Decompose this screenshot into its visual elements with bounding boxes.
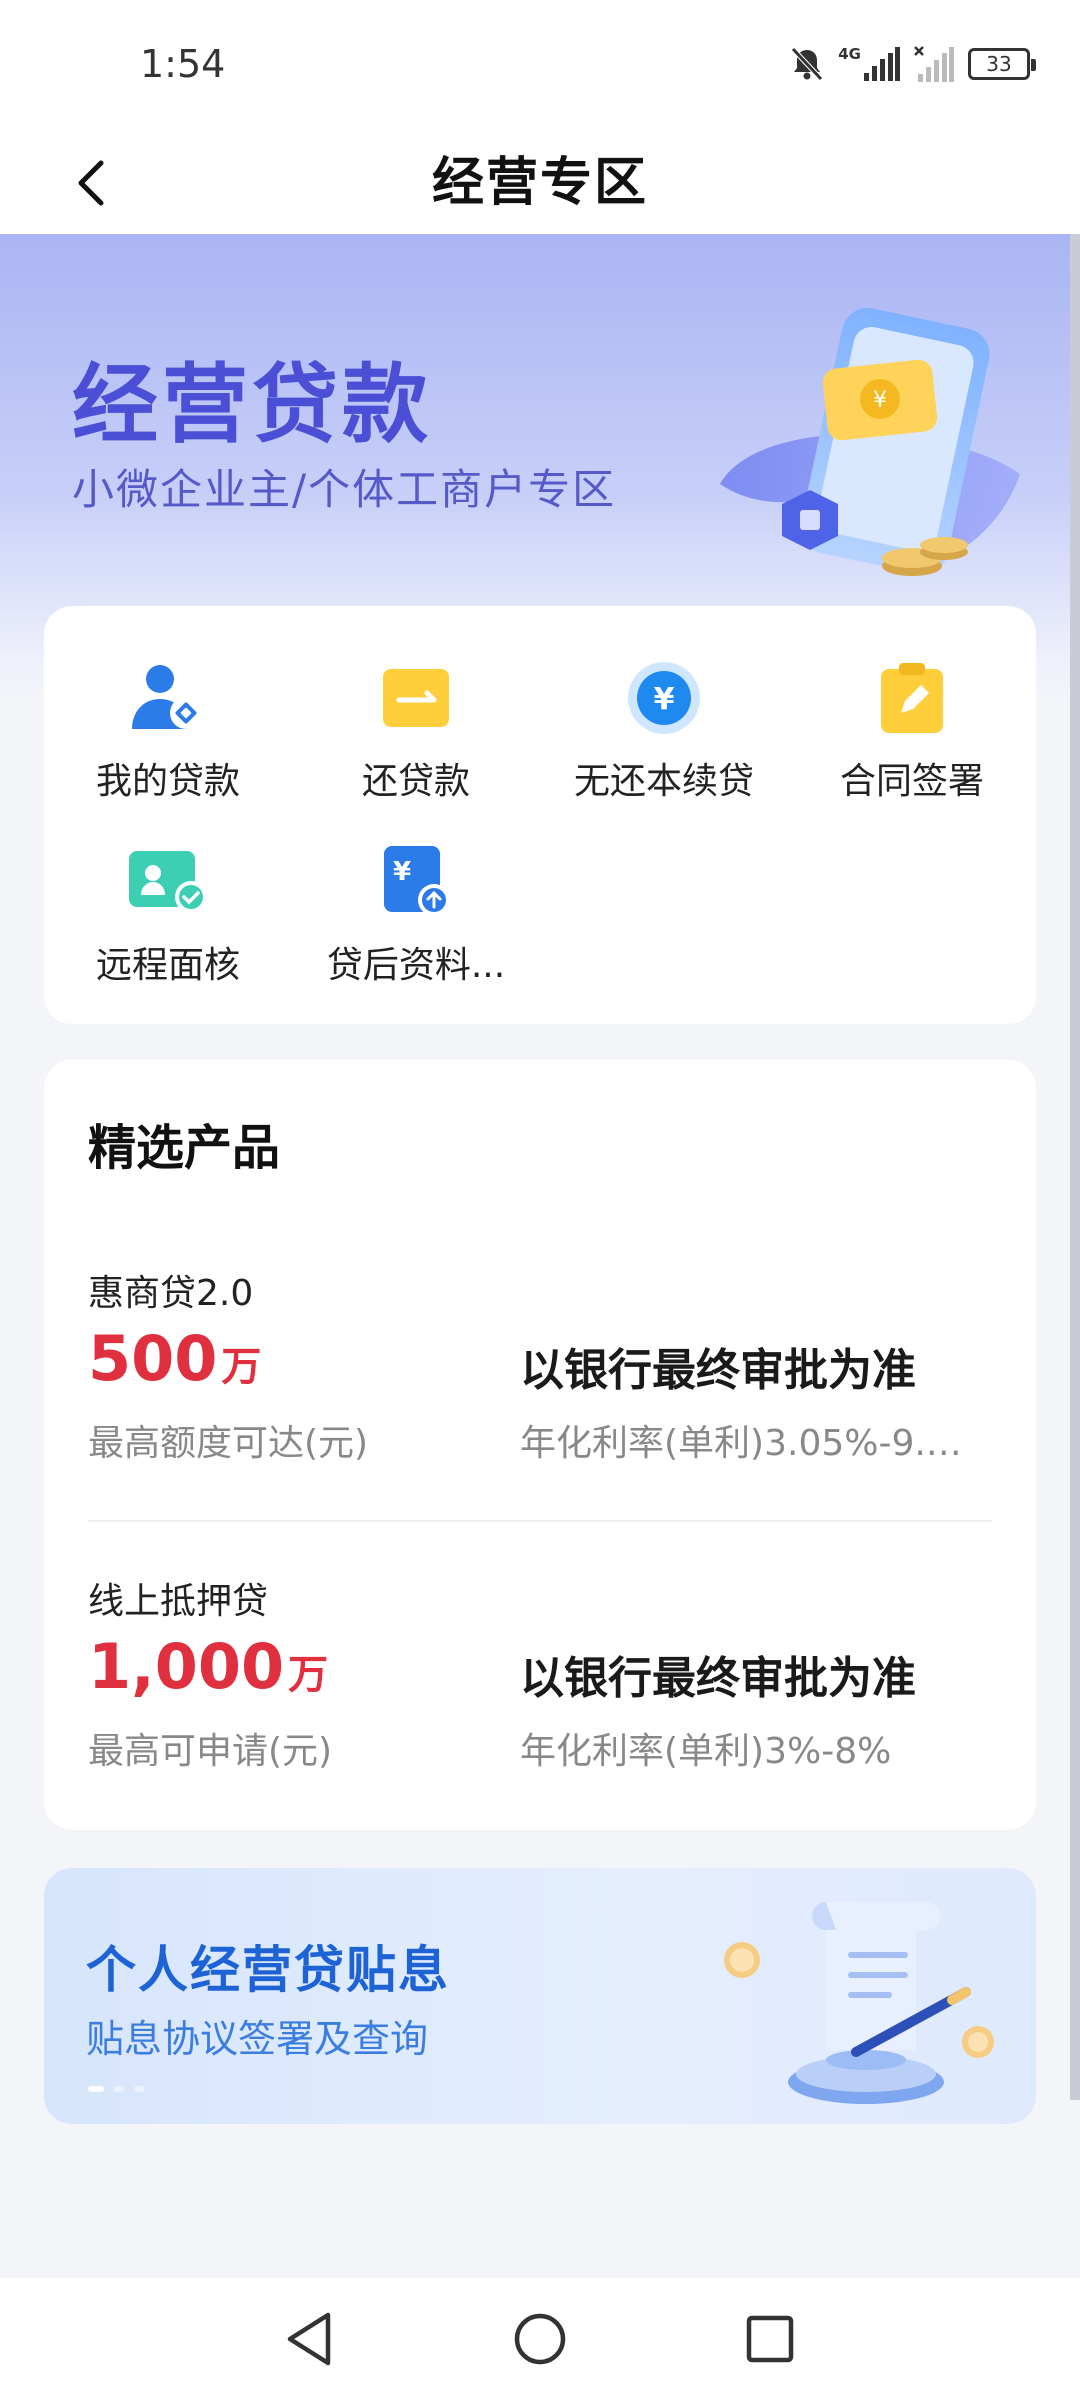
banner-subtitle: 贴息协议签署及查询 xyxy=(86,2017,429,2061)
action-repay[interactable]: 还贷款 xyxy=(292,658,540,818)
amount-label: 最高可申请(元) xyxy=(88,1731,333,1772)
approval-note: 以银行最终审批为准 xyxy=(520,1345,916,1396)
action-label: 远程面核 xyxy=(95,945,240,986)
interest-rate: 年化利率(单利)3%-8% xyxy=(520,1731,892,1772)
product-name: 线上抵押贷 xyxy=(88,1581,269,1622)
system-recents-button[interactable] xyxy=(735,2304,805,2374)
action-label: 无还本续贷 xyxy=(573,761,754,802)
action-label: 还贷款 xyxy=(361,761,470,802)
subsidy-banner[interactable]: 个人经营贷贴息 贴息协议签署及查询 xyxy=(44,1868,1036,2124)
carousel-dot xyxy=(134,2086,144,2092)
page-title: 经营专区 xyxy=(431,153,648,213)
phone-loan-illustration: ¥ xyxy=(720,307,1020,576)
signal-4g-icon: 4G xyxy=(838,47,900,81)
product-amount: 500 万 xyxy=(88,1322,261,1395)
action-renew-loan[interactable]: ¥ 无还本续贷 xyxy=(540,658,788,818)
contract-sign-icon xyxy=(872,658,952,738)
system-back-button[interactable] xyxy=(274,2304,344,2374)
recents-square-icon xyxy=(746,2315,794,2363)
carousel-dots xyxy=(88,2086,144,2092)
remote-verify-icon xyxy=(128,842,208,922)
upload-docs-icon: ¥ xyxy=(376,842,456,922)
battery-level: 33 xyxy=(986,52,1012,76)
action-remote-verify[interactable]: 远程面核 xyxy=(44,842,292,1002)
hero-title: 经营贷款 xyxy=(72,355,432,455)
network-type-label: 4G xyxy=(838,45,861,63)
user-loan-icon xyxy=(128,658,208,738)
approval-note: 以银行最终审批为准 xyxy=(520,1653,916,1704)
system-navigation-bar xyxy=(0,2278,1080,2400)
section-title: 精选产品 xyxy=(88,1120,281,1176)
bell-muted-icon xyxy=(790,46,824,82)
battery-icon: 33 xyxy=(968,48,1036,80)
product-amount: 1,000 万 xyxy=(88,1630,328,1703)
featured-products-card: 精选产品 惠商贷2.0 500 万 最高额度可达(元) 以银行最终审批为准 年化… xyxy=(44,1060,1036,1830)
action-contract-sign[interactable]: 合同签署 xyxy=(788,658,1036,818)
renew-loan-icon: ¥ xyxy=(624,658,704,738)
interest-rate: 年化利率(单利)3.05%-9.… xyxy=(520,1423,962,1464)
carousel-dot-active xyxy=(88,2086,104,2092)
product-name: 惠商贷2.0 xyxy=(88,1273,254,1314)
product-item[interactable]: 线上抵押贷 1,000 万 最高可申请(元) 以银行最终审批为准 年化利率(单利… xyxy=(88,1572,992,1782)
amount-unit: 万 xyxy=(288,1652,329,1698)
home-circle-icon xyxy=(514,2313,566,2365)
scrollbar[interactable] xyxy=(1070,234,1080,2100)
carousel-dot xyxy=(114,2086,124,2092)
svg-text:¥: ¥ xyxy=(873,388,887,413)
banner-title: 个人经营贷贴息 xyxy=(86,1941,450,1999)
amount-value: 1,000 xyxy=(88,1630,285,1703)
nav-bar: 经营专区 xyxy=(0,130,1080,234)
hero-subtitle: 小微企业主/个体工商户专区 xyxy=(72,465,617,514)
status-bar: 1:54 4G 33 xyxy=(0,0,1080,130)
amount-label: 最高额度可达(元) xyxy=(88,1423,369,1464)
divider xyxy=(88,1520,992,1522)
amount-value: 500 xyxy=(88,1322,218,1395)
action-label: 合同签署 xyxy=(839,761,984,802)
back-triangle-icon xyxy=(287,2312,331,2366)
action-upload-docs[interactable]: ¥ 贷后资料... xyxy=(292,842,540,1002)
quick-actions-card: 我的贷款 还贷款 ¥ 无还本续贷 合同签署 远程面核 ¥ 贷后资料... xyxy=(44,606,1036,1024)
action-label: 贷后资料... xyxy=(326,945,506,986)
signal-no-sim-icon xyxy=(914,46,954,82)
repay-icon xyxy=(376,658,456,738)
amount-unit: 万 xyxy=(221,1344,262,1390)
svg-text:¥: ¥ xyxy=(654,682,675,717)
product-item[interactable]: 惠商贷2.0 500 万 最高额度可达(元) 以银行最终审批为准 年化利率(单利… xyxy=(88,1264,992,1474)
action-label: 我的贷款 xyxy=(95,761,240,802)
status-icons: 4G 33 xyxy=(790,44,1036,84)
system-home-button[interactable] xyxy=(505,2304,575,2374)
action-my-loans[interactable]: 我的贷款 xyxy=(44,658,292,818)
status-time: 1:54 xyxy=(140,42,226,86)
svg-text:¥: ¥ xyxy=(393,857,411,887)
contract-pen-illustration xyxy=(724,1902,994,2104)
